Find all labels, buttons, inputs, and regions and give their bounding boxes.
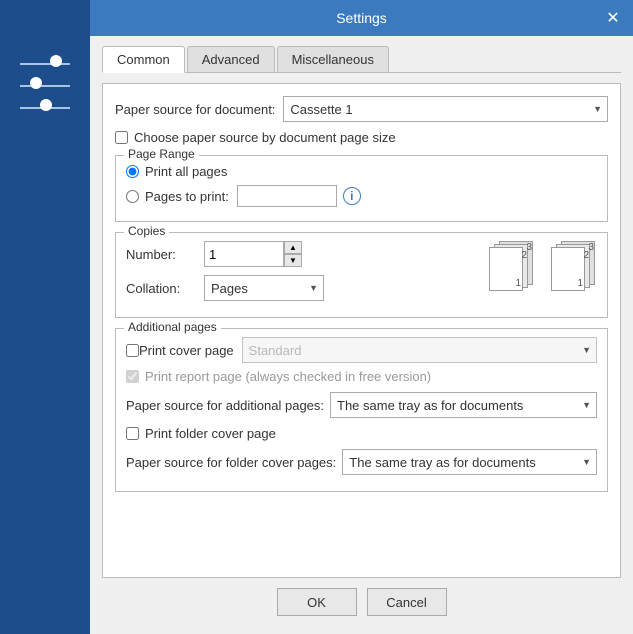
collation-icons: 3 2 1 3 2 1 — [489, 241, 597, 291]
print-all-row: Print all pages — [126, 164, 597, 179]
paper-source-folder-select[interactable]: The same tray as for documents Cassette … — [342, 449, 597, 475]
cover-page-row: Print cover page Standard Custom — [126, 337, 597, 363]
spinner-down-button[interactable]: ▼ — [284, 254, 302, 267]
paper-source-folder-select-wrapper: The same tray as for documents Cassette … — [342, 449, 597, 475]
additional-pages-title: Additional pages — [124, 320, 221, 334]
choose-paper-row: Choose paper source by document page siz… — [115, 130, 608, 145]
icon1-num-3: 3 — [526, 242, 532, 253]
copies-group: Copies Number: ▲ ▼ — [115, 232, 608, 318]
paper-source-additional-select-wrapper: The same tray as for documents Cassette … — [330, 392, 597, 418]
pages-to-print-input[interactable] — [237, 185, 337, 207]
collation-select[interactable]: Pages Copies — [204, 275, 324, 301]
right-panel: Settings ✕ Common Advanced Miscellaneous… — [90, 0, 633, 634]
icon2-num-2: 2 — [583, 250, 589, 261]
ok-button[interactable]: OK — [277, 588, 357, 616]
paper-source-folder-row: Paper source for folder cover pages: The… — [126, 449, 597, 475]
paper-source-select[interactable]: Cassette 1 Cassette 2 Manual Feed — [283, 96, 608, 122]
close-button[interactable]: ✕ — [601, 6, 625, 30]
print-folder-cover-label: Print folder cover page — [145, 426, 276, 441]
paper-source-row: Paper source for document: Cassette 1 Ca… — [115, 96, 608, 122]
collation-icon-2: 3 2 1 — [551, 241, 597, 291]
collation-row: Collation: Pages Copies — [126, 275, 324, 301]
info-icon[interactable]: i — [343, 187, 361, 205]
print-report-row: Print report page (always checked in fre… — [126, 369, 597, 384]
copies-title: Copies — [124, 224, 169, 238]
tabs-bar: Common Advanced Miscellaneous — [102, 46, 621, 73]
paper-source-additional-row: Paper source for additional pages: The s… — [126, 392, 597, 418]
cancel-button[interactable]: Cancel — [367, 588, 447, 616]
number-row: Number: ▲ ▼ — [126, 241, 324, 267]
collation-select-wrapper: Pages Copies — [204, 275, 324, 301]
collation-label: Collation: — [126, 281, 196, 296]
print-all-radio[interactable] — [126, 165, 139, 178]
print-cover-label: Print cover page — [139, 343, 234, 358]
paper-source-additional-select[interactable]: The same tray as for documents Cassette … — [330, 392, 597, 418]
print-report-label: Print report page (always checked in fre… — [145, 369, 431, 384]
additional-pages-group: Additional pages Print cover page Standa… — [115, 328, 608, 492]
sliders-icon-2 — [20, 82, 70, 90]
tab-miscellaneous[interactable]: Miscellaneous — [277, 46, 389, 72]
page-range-title: Page Range — [124, 147, 199, 161]
choose-paper-label: Choose paper source by document page siz… — [134, 130, 396, 145]
tab-advanced[interactable]: Advanced — [187, 46, 275, 72]
left-panel — [0, 0, 90, 634]
icon1-num-2: 2 — [521, 250, 527, 261]
tab-common[interactable]: Common — [102, 46, 185, 73]
bottom-buttons: OK Cancel — [102, 578, 621, 624]
page-range-group: Page Range Print all pages Pages to prin… — [115, 155, 608, 222]
sliders-icon-1 — [20, 60, 70, 68]
number-label: Number: — [126, 247, 196, 262]
paper-source-select-wrapper: Cassette 1 Cassette 2 Manual Feed — [283, 96, 608, 122]
cover-page-select-wrapper: Standard Custom — [242, 337, 597, 363]
title-bar: Settings ✕ — [90, 0, 633, 36]
choose-paper-checkbox[interactable] — [115, 131, 128, 144]
number-input-wrapper: ▲ ▼ — [204, 241, 302, 267]
icon2-num-3: 3 — [588, 242, 594, 253]
dialog-title: Settings — [336, 10, 387, 26]
paper-source-label: Paper source for document: — [115, 102, 275, 117]
icon1-num-1: 1 — [515, 278, 521, 289]
paper-source-additional-label: Paper source for additional pages: — [126, 398, 324, 413]
icon2-num-1: 1 — [577, 278, 583, 289]
pages-to-print-label: Pages to print: — [145, 189, 229, 204]
print-folder-cover-row: Print folder cover page — [126, 426, 597, 441]
spinner-buttons: ▲ ▼ — [284, 241, 302, 267]
spinner-up-button[interactable]: ▲ — [284, 241, 302, 254]
print-all-label: Print all pages — [145, 164, 227, 179]
collation-icon-1: 3 2 1 — [489, 241, 535, 291]
paper-source-folder-label: Paper source for folder cover pages: — [126, 455, 336, 470]
pages-to-print-radio[interactable] — [126, 190, 139, 203]
print-cover-checkbox[interactable] — [126, 344, 139, 357]
pages-to-print-row: Pages to print: i — [126, 185, 597, 207]
dialog-content: Common Advanced Miscellaneous Paper sour… — [90, 36, 633, 634]
number-input[interactable] — [204, 241, 284, 267]
print-folder-cover-checkbox[interactable] — [126, 427, 139, 440]
settings-panel: Paper source for document: Cassette 1 Ca… — [102, 83, 621, 578]
cover-page-select[interactable]: Standard Custom — [242, 337, 597, 363]
sliders-icon-3 — [20, 104, 70, 112]
print-report-checkbox[interactable] — [126, 370, 139, 383]
